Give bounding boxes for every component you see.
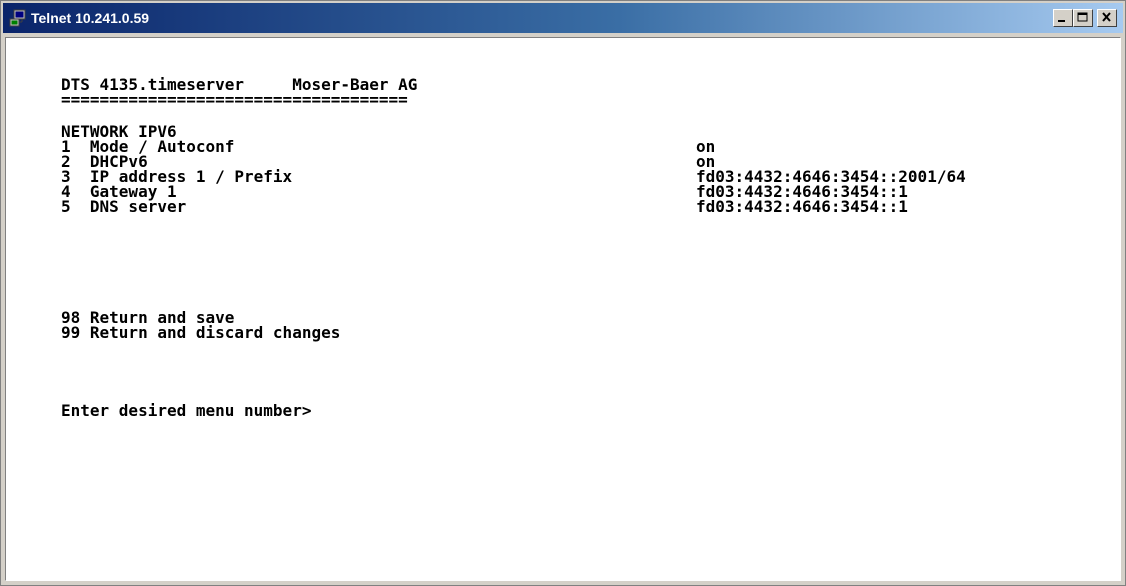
separator-line: ==================================== bbox=[61, 90, 408, 109]
minimize-button[interactable] bbox=[1053, 9, 1073, 27]
command-prompt: Enter desired menu number> bbox=[61, 401, 312, 420]
maximize-button[interactable] bbox=[1073, 9, 1093, 27]
maximize-icon bbox=[1077, 12, 1088, 22]
minimize-icon bbox=[1058, 20, 1065, 22]
window-title: Telnet 10.241.0.59 bbox=[31, 10, 150, 26]
menu-item-value: fd03:4432:4646:3454::1 bbox=[696, 197, 908, 216]
telnet-window: Telnet 10.241.0.59 DTS 4135.timeserver M… bbox=[0, 0, 1126, 586]
return-discard-option: 99 Return and discard changes bbox=[61, 323, 341, 342]
title-bar[interactable]: Telnet 10.241.0.59 bbox=[3, 3, 1123, 33]
terminal-area[interactable]: DTS 4135.timeserver Moser-Baer AG ======… bbox=[5, 37, 1121, 581]
close-button[interactable] bbox=[1097, 9, 1117, 27]
terminal-text: DTS 4135.timeserver Moser-Baer AG ======… bbox=[6, 38, 1120, 580]
close-icon bbox=[1102, 12, 1111, 22]
menu-item-label: 5 DNS server bbox=[61, 197, 187, 216]
telnet-app-icon bbox=[9, 9, 27, 27]
